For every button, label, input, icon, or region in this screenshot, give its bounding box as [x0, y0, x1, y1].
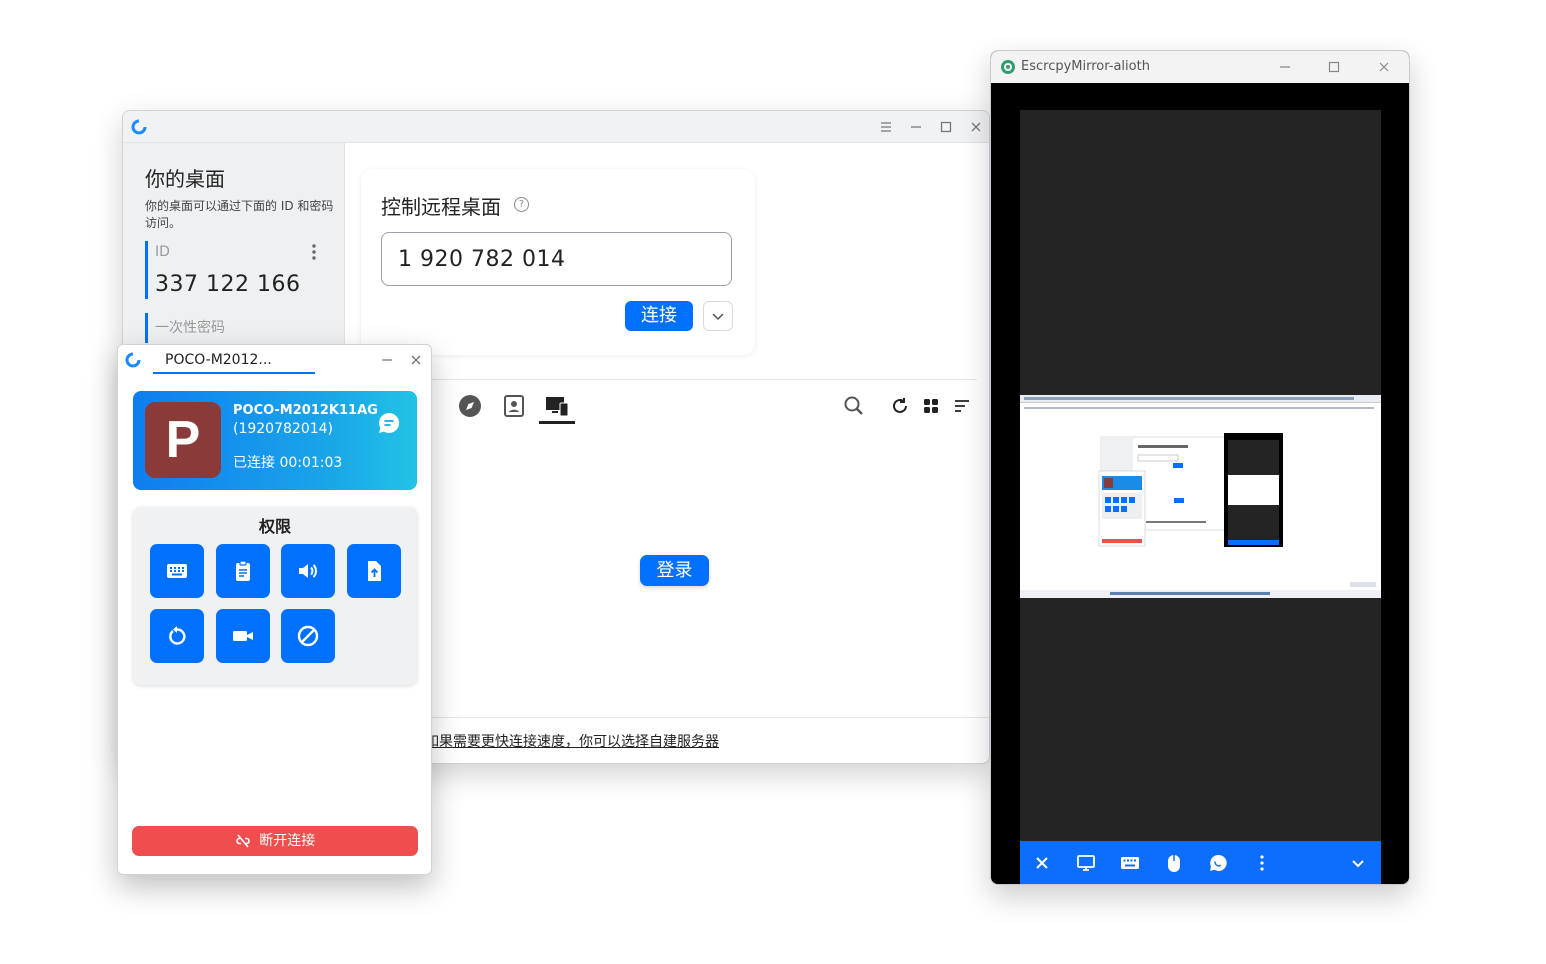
escrcpy-logo-icon — [1000, 59, 1016, 75]
more-icon[interactable] — [1252, 853, 1272, 873]
id-value: 337 122 166 — [155, 272, 301, 297]
disconnect-label: 断开连接 — [259, 833, 316, 849]
help-icon[interactable]: ? — [514, 197, 529, 212]
device-name: POCO-M2012K11AG — [233, 403, 378, 418]
active-tab-indicator — [539, 421, 575, 424]
close-button[interactable] — [406, 350, 426, 370]
tabs-divider — [361, 379, 977, 380]
block-icon — [297, 625, 319, 647]
sort-icon[interactable] — [949, 393, 975, 419]
connect-card: 控制远程桌面 ? 1 920 782 014 连接 — [361, 169, 755, 355]
restart-icon — [169, 626, 186, 645]
rustdesk-logo-icon — [124, 351, 142, 369]
block-input-button[interactable] — [281, 609, 335, 663]
chat-icon[interactable] — [1208, 853, 1228, 873]
sidebar-title: 你的桌面 — [145, 167, 225, 191]
connect-options-button[interactable] — [703, 301, 733, 331]
grid-view-icon[interactable] — [918, 393, 944, 419]
record-permission-button[interactable] — [216, 609, 270, 663]
clipboard-icon — [236, 560, 250, 581]
mirrored-desktop-thumbnail — [1020, 395, 1381, 598]
escrcpy-titlebar: EscrcpyMirror-alioth — [991, 51, 1409, 83]
close-icon[interactable] — [1032, 853, 1052, 873]
devices-tab-icon[interactable] — [544, 393, 570, 419]
client-card: P POCO-M2012K11AG (1920782014) 已连接 00:01… — [133, 391, 417, 490]
minimize-button[interactable] — [1275, 57, 1295, 77]
record-icon — [233, 631, 253, 641]
chevron-down-icon[interactable] — [1348, 853, 1368, 873]
connect-title: 控制远程桌面 — [381, 195, 501, 219]
restart-permission-button[interactable] — [150, 609, 204, 663]
mouse-icon[interactable] — [1164, 853, 1184, 873]
address-book-tab-icon[interactable] — [501, 393, 527, 419]
more-vert-icon[interactable] — [309, 242, 319, 262]
permissions-title: 权限 — [258, 517, 291, 536]
connect-button[interactable]: 连接 — [625, 301, 693, 331]
keyboard-permission-button[interactable] — [150, 544, 204, 598]
menu-icon[interactable] — [876, 117, 896, 137]
id-accent-bar — [145, 241, 148, 299]
main-titlebar — [123, 111, 989, 143]
device-id: (1920782014) — [233, 421, 333, 437]
minimize-button[interactable] — [377, 350, 397, 370]
monitor-icon[interactable] — [1076, 853, 1096, 873]
sidebar-description: 你的桌面可以通过下面的 ID 和密码访问。 — [145, 199, 334, 230]
file-permission-button[interactable] — [347, 544, 401, 598]
connection-manager-window: POCO-M2012... P POCO-M2012K11AG (1920782… — [117, 344, 432, 875]
file-icon — [368, 561, 381, 581]
keyboard-icon — [167, 564, 187, 578]
remote-id-input[interactable]: 1 920 782 014 — [381, 232, 732, 286]
bottom-divider — [345, 717, 989, 718]
self-host-link[interactable]: 如果需要更快连接速度，你可以选择自建服务器 — [425, 731, 719, 751]
id-label: ID — [155, 244, 170, 260]
escrcpy-toolbar — [1020, 841, 1381, 884]
maximize-button[interactable] — [1324, 57, 1344, 77]
disconnect-button[interactable]: 断开连接 — [132, 826, 418, 856]
password-label: 一次性密码 — [155, 320, 225, 336]
close-button[interactable] — [1374, 57, 1394, 77]
search-icon[interactable] — [841, 393, 867, 419]
cm-tab[interactable]: POCO-M2012... — [153, 348, 315, 374]
escrcpy-window: EscrcpyMirror-alioth — [990, 50, 1410, 885]
mirrored-phone-screen[interactable] — [1020, 110, 1381, 841]
password-accent-bar — [145, 313, 148, 343]
maximize-button[interactable] — [936, 117, 956, 137]
login-button[interactable]: 登录 — [640, 555, 709, 586]
cm-titlebar: POCO-M2012... — [118, 345, 431, 375]
audio-permission-button[interactable] — [281, 544, 335, 598]
unlink-icon — [235, 834, 250, 848]
refresh-icon[interactable] — [887, 393, 913, 419]
audio-icon — [299, 564, 317, 578]
chat-icon[interactable] — [377, 411, 401, 435]
avatar: P — [145, 402, 221, 478]
connection-status: 已连接 00:01:03 — [233, 455, 343, 471]
rustdesk-logo-icon — [130, 118, 148, 136]
discovered-tab-icon[interactable] — [457, 393, 483, 419]
escrcpy-title: EscrcpyMirror-alioth — [1021, 59, 1150, 74]
keyboard-icon[interactable] — [1120, 853, 1140, 873]
permissions-panel: 权限 — [133, 507, 417, 685]
clipboard-permission-button[interactable] — [216, 544, 270, 598]
close-button[interactable] — [966, 117, 986, 137]
minimize-button[interactable] — [906, 117, 926, 137]
